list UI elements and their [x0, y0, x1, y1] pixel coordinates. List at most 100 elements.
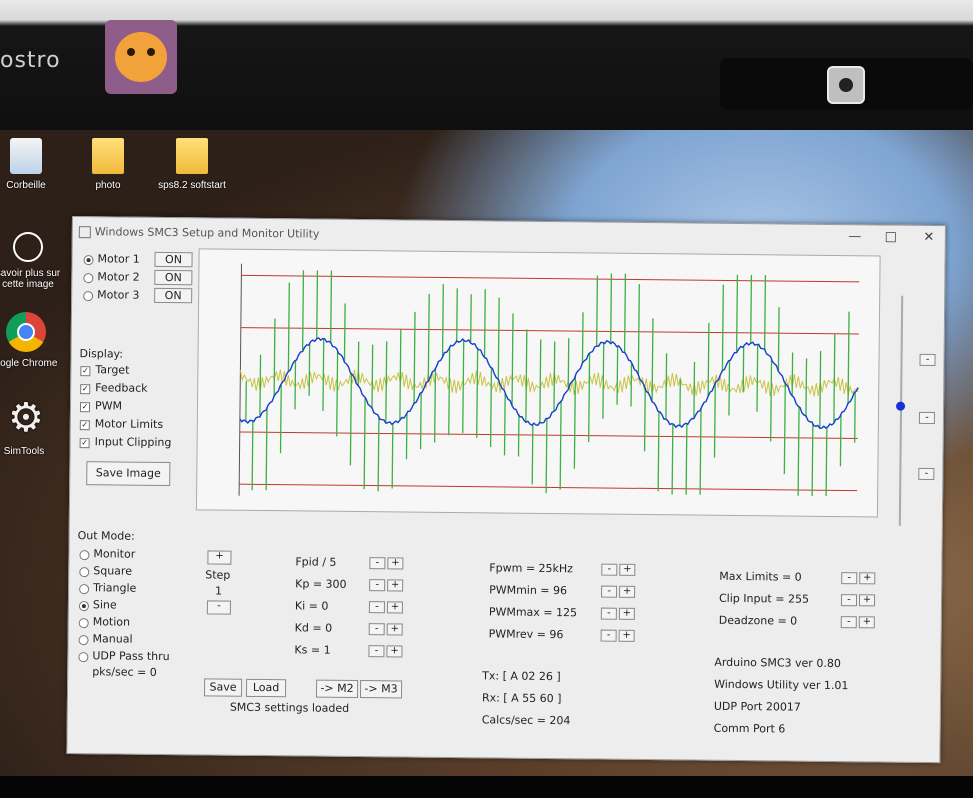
save-button[interactable]: Save [203, 678, 243, 697]
position-slider-knob[interactable] [896, 401, 906, 411]
out-mode-radio-triangle[interactable] [79, 584, 90, 595]
pwm-spike [503, 393, 506, 456]
pid-decrement-button[interactable]: - [368, 645, 385, 658]
pid-decrement-button[interactable]: - [369, 579, 386, 592]
folder-icon [176, 138, 208, 174]
pwm-spike [685, 423, 688, 495]
slider-down-button[interactable]: - [918, 467, 935, 481]
arduino-version: Arduino SMC3 ver 0.80 [714, 655, 841, 671]
out-mode-radio-udp-pass-thru[interactable] [78, 652, 89, 663]
pid-decrement-button[interactable]: - [368, 601, 385, 614]
pwm-spike [588, 353, 591, 443]
limits-decrement-button[interactable]: - [840, 616, 857, 629]
pwm-spike [476, 347, 479, 438]
pwm-increment-button[interactable]: + [619, 585, 636, 598]
pid-decrement-button[interactable]: - [369, 557, 386, 570]
pwm-spike [385, 341, 388, 423]
pwm-spike [377, 417, 380, 492]
limits-param-label: Clip Input = 255 [718, 591, 810, 606]
pwm-spike [713, 384, 716, 458]
out-mode-label: UDP Pass thru [92, 649, 170, 664]
motor-3-on-button[interactable]: ON [154, 287, 193, 304]
step-plus-button[interactable]: + [207, 550, 232, 565]
app-icon [78, 226, 91, 239]
motor-2-on-button[interactable]: ON [154, 269, 193, 286]
limits-increment-button[interactable]: + [859, 572, 876, 585]
pwm-increment-button[interactable]: + [618, 607, 635, 620]
pid-increment-button[interactable]: + [386, 645, 403, 658]
out-mode-radio-manual[interactable] [78, 635, 89, 646]
limits-increment-button[interactable]: + [858, 616, 875, 629]
step-value: 1 [215, 584, 223, 598]
desktop-icon-label: savoir plus sur cette image [0, 268, 61, 290]
close-button[interactable]: ✕ [919, 230, 939, 245]
pwm-spike [854, 392, 856, 443]
save-image-button[interactable]: Save Image [86, 461, 171, 487]
pwm-decrement-button[interactable]: - [601, 563, 618, 576]
motor-1-radio[interactable] [83, 255, 94, 266]
desktop-icon-recycle-bin[interactable]: Corbeille [0, 138, 66, 191]
pwm-spike [511, 313, 514, 406]
limits-decrement-button[interactable]: - [841, 572, 858, 585]
pks-sec-label: pks/sec = 0 [92, 665, 157, 679]
limits-increment-button[interactable]: + [858, 594, 876, 607]
slider-center-button[interactable]: - [918, 411, 935, 425]
desktop-icon-chrome[interactable]: oogle Chrome [0, 312, 66, 369]
pid-increment-button[interactable]: + [387, 557, 404, 570]
pwm-spike [839, 414, 842, 467]
status-text: SMC3 settings loaded [229, 700, 350, 715]
pwm-spike [441, 284, 444, 357]
motor-2-radio[interactable] [83, 273, 94, 284]
pwm-spike [470, 294, 472, 343]
step-minus-button[interactable]: - [206, 600, 231, 615]
input-clipping-checkbox[interactable]: ✓ [79, 438, 90, 449]
pid-increment-button[interactable]: + [387, 579, 404, 592]
desktop-icon-learn-more[interactable]: savoir plus sur cette image [0, 232, 68, 290]
motor-1-on-button[interactable]: ON [154, 251, 193, 268]
pid-decrement-button[interactable]: - [368, 623, 385, 636]
out-mode-radio-motion[interactable] [78, 618, 89, 629]
out-mode-radio-sine[interactable] [78, 601, 89, 612]
pwm-spike [699, 407, 702, 495]
pwm-spike [489, 367, 493, 448]
pwm-checkbox[interactable]: ✓ [79, 402, 91, 413]
tx-readout: Tx: [ A 02 26 ] [482, 669, 561, 684]
pid-increment-button[interactable]: + [386, 623, 403, 636]
pwm-spike [735, 274, 739, 352]
load-button[interactable]: Load [245, 678, 287, 698]
pwm-increment-button[interactable]: + [618, 629, 635, 642]
out-mode-label: Monitor [93, 547, 136, 561]
out-mode-radio-square[interactable] [79, 567, 90, 578]
position-slider-track[interactable] [898, 295, 904, 526]
desktop-icon-simtools[interactable]: ⚙ SimTools [0, 398, 64, 457]
pwm-spike [413, 311, 416, 405]
maximize-button[interactable]: □ [881, 229, 901, 245]
pwm-decrement-button[interactable]: - [601, 585, 618, 598]
pwm-spike [336, 350, 339, 437]
target-checkbox[interactable]: ✓ [80, 366, 91, 377]
copy-to-m3-button[interactable]: -> M3 [359, 680, 403, 699]
copy-to-m2-button[interactable]: -> M2 [315, 679, 359, 699]
limits-decrement-button[interactable]: - [840, 594, 858, 607]
desktop-icon-photo[interactable]: photo [68, 138, 148, 191]
motor-3-radio[interactable] [83, 291, 94, 302]
pwm-decrement-button[interactable]: - [600, 629, 617, 642]
slider-up-button[interactable]: - [919, 353, 936, 367]
pwm-spike [251, 420, 254, 491]
motor-limits-checkbox[interactable]: ✓ [79, 420, 90, 431]
pwm-spike [433, 367, 437, 443]
input-clipping-label: Input Clipping [94, 435, 172, 450]
smc3-window: Windows SMC3 Setup and Monitor Utility —… [66, 216, 946, 764]
pwm-spike [833, 334, 836, 423]
minimize-button[interactable]: — [845, 229, 865, 244]
pwm-spike [287, 282, 290, 373]
pwm-decrement-button[interactable]: - [600, 607, 617, 620]
out-mode-radio-monitor[interactable] [79, 550, 90, 561]
pid-increment-button[interactable]: + [386, 601, 403, 614]
desktop-icon-label: photo [95, 180, 121, 191]
desktop-icon-sps[interactable]: sps8.2 softstart [152, 138, 232, 191]
pwm-spike [596, 275, 599, 347]
pwm-increment-button[interactable]: + [619, 563, 636, 576]
feedback-checkbox[interactable]: ✓ [80, 384, 91, 395]
chrome-icon [6, 312, 46, 352]
